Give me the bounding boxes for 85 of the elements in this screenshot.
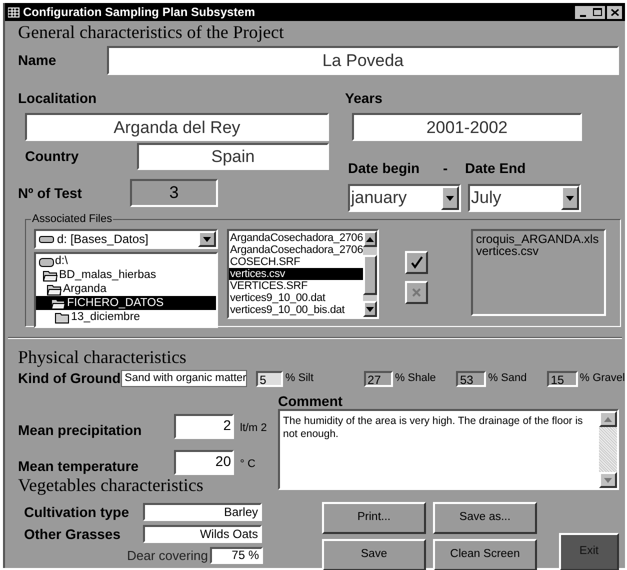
maximize-icon <box>593 8 602 16</box>
temperature-field[interactable]: 20 <box>174 450 234 475</box>
comment-text: The humidity of the area is very high. The drainage of the floor is not enough. <box>282 414 584 442</box>
caret-icon <box>565 194 575 202</box>
file-item[interactable]: vertices.csv <box>476 245 604 257</box>
dropdown-arrow-button[interactable] <box>198 231 216 247</box>
years-field[interactable]: 2001-2002 <box>352 113 582 141</box>
minimize-button[interactable] <box>575 6 590 18</box>
field-label: Comment <box>278 394 344 409</box>
date-end-dropdown[interactable]: July <box>468 184 581 212</box>
unit-label: ° C <box>240 457 256 472</box>
dropdown-value: january <box>350 187 408 209</box>
drive-dropdown[interactable]: d: [Bases_Datos] <box>34 229 218 249</box>
file-item[interactable]: vertices.csv <box>229 268 364 280</box>
section-heading: Vegetables characteristics <box>17 475 204 495</box>
name-field[interactable]: La Poveda <box>107 46 619 75</box>
action-button[interactable]: Print... <box>322 502 426 534</box>
field-label: Country <box>25 147 80 166</box>
dear-covering-field[interactable]: 75 % <box>210 547 263 564</box>
file-item[interactable]: VERTICES.SRF <box>229 280 364 292</box>
scroll-up-icon <box>603 416 613 422</box>
action-button[interactable]: Save as... <box>433 502 537 534</box>
folder-item[interactable]: BD_malas_hierbas <box>59 268 156 282</box>
separator-text: - <box>443 159 449 178</box>
maximize-button[interactable] <box>590 6 605 18</box>
field-label: Name <box>18 51 58 70</box>
folder-item[interactable]: d:\ <box>55 254 68 268</box>
scroll-up-icon <box>365 236 376 242</box>
table-icon <box>8 6 20 18</box>
file-item[interactable]: vertices9_10_00_bis.dat <box>229 304 364 316</box>
drive-icon <box>39 234 54 244</box>
scrollbar[interactable] <box>599 411 617 488</box>
section-heading: General characteristics of the Project <box>17 22 285 42</box>
localitation-field[interactable]: Arganda del Rey <box>25 113 329 141</box>
field-label: Date begin <box>348 159 421 178</box>
scroll-down-icon <box>603 476 613 484</box>
action-button[interactable]: Clean Screen <box>433 539 537 570</box>
file-item[interactable]: vertices9_10_00.dat <box>229 292 364 304</box>
field-label: Kind of Ground <box>18 368 121 388</box>
unit-label: % Sand <box>488 370 527 386</box>
window-title: Configuration Sampling Plan Subsystem <box>23 4 256 21</box>
minimize-icon <box>580 14 586 16</box>
unit-label: % Gravel <box>580 370 625 386</box>
action-button[interactable]: Save <box>322 539 426 570</box>
field-label: Other Grasses <box>24 524 122 544</box>
folder-item[interactable]: 13_diciembre <box>71 310 140 324</box>
field-label: Date End <box>465 159 526 178</box>
field-label: Cultivation type <box>24 502 130 522</box>
dropdown-value: d: [Bases_Datos] <box>57 233 148 245</box>
file-item[interactable]: ArgandaCosechadora_2706 <box>229 232 364 244</box>
add-file-button[interactable] <box>405 251 428 274</box>
unit-label: lt/m 2 <box>240 421 267 436</box>
percentage-field[interactable]: 5 <box>256 371 284 387</box>
folder-item[interactable]: Arganda <box>63 282 106 296</box>
file-item[interactable]: ArgandaCosechadora_2706 <box>229 244 364 256</box>
cross-icon <box>411 287 422 298</box>
country-field[interactable]: Spain <box>137 143 329 170</box>
file-item[interactable]: croquis_ARGANDA.xls <box>476 233 604 245</box>
close-button[interactable] <box>607 6 622 18</box>
unit-label: % Silt <box>285 370 314 386</box>
file-item[interactable]: COSECH.SRF <box>229 256 364 268</box>
checkmark-icon <box>410 256 423 269</box>
field-label: Nº of Test <box>18 184 83 202</box>
date-begin-dropdown[interactable]: january <box>348 184 461 212</box>
field-label: Years <box>345 89 382 108</box>
field-label: Dear covering <box>127 546 209 565</box>
unit-label: % Shale <box>394 370 436 386</box>
caret-icon <box>202 236 212 242</box>
dropdown-value: July <box>470 187 502 209</box>
close-icon <box>610 8 618 16</box>
caret-icon <box>445 194 455 202</box>
cultivation-type-field[interactable]: Barley <box>143 503 262 521</box>
scroll-down-icon <box>365 306 376 312</box>
drive-icon <box>39 255 54 267</box>
scrollbar[interactable] <box>363 231 378 317</box>
other-grasses-field[interactable]: Wilds Oats <box>143 525 262 543</box>
test-number-field[interactable]: 3 <box>130 179 218 207</box>
section-heading: Physical characteristics <box>17 347 188 367</box>
comment-field[interactable]: The humidity of the area is very high. The drainage of the floor is not enough. <box>278 409 619 490</box>
dropdown-arrow-button[interactable] <box>561 186 579 210</box>
field-label: Mean precipitation <box>18 421 143 440</box>
precipitation-field[interactable]: 2 <box>174 414 234 439</box>
field-label: Mean temperature <box>18 457 140 476</box>
field-label: Localitation <box>18 89 98 108</box>
dropdown-arrow-button[interactable] <box>441 186 459 210</box>
